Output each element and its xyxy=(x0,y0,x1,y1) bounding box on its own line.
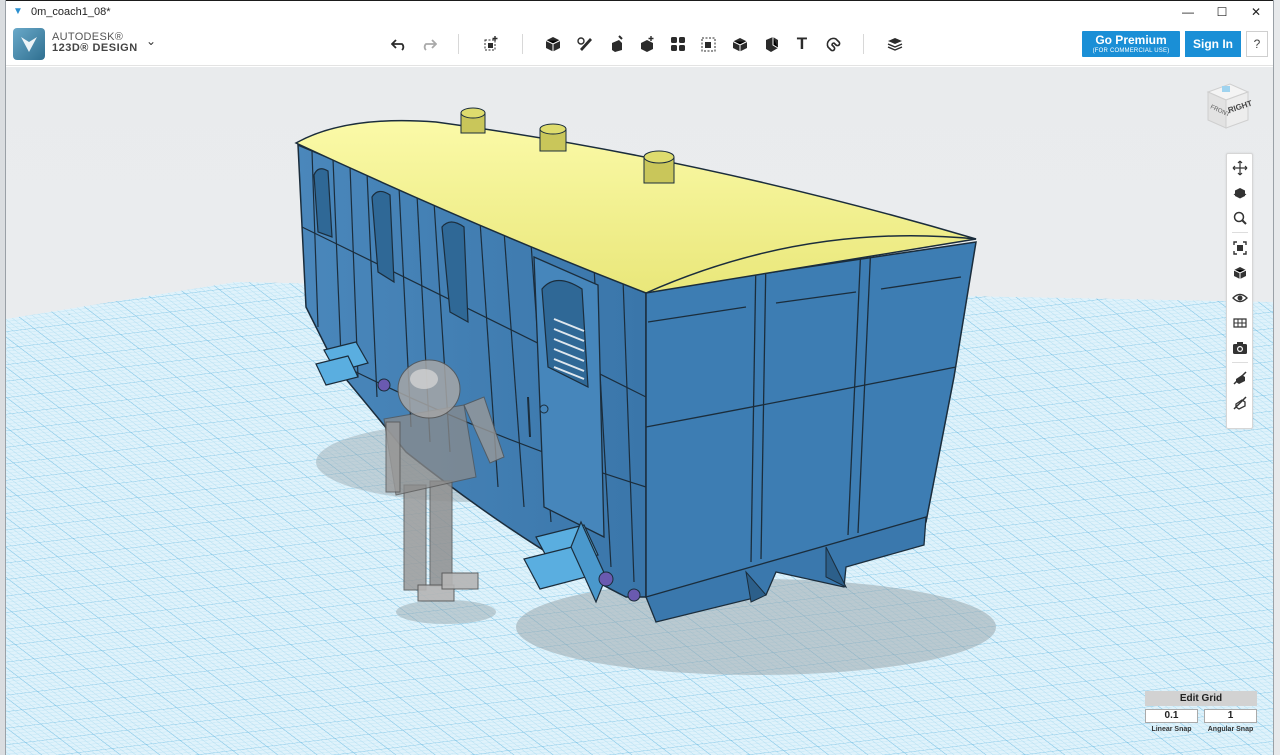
close-button[interactable]: ✕ xyxy=(1239,1,1273,22)
view-cube[interactable]: FRONT RIGHT xyxy=(1202,80,1253,132)
toolbar-divider xyxy=(522,34,523,54)
grouping-icon[interactable] xyxy=(697,32,721,56)
transform-icon[interactable] xyxy=(479,32,503,56)
maximize-button[interactable]: ☐ xyxy=(1205,1,1239,22)
redo-icon[interactable] xyxy=(417,32,441,56)
snapshot-icon[interactable] xyxy=(1229,337,1251,359)
sign-in-button[interactable]: Sign In xyxy=(1185,31,1241,57)
help-button[interactable]: ? xyxy=(1246,31,1268,57)
window-controls: — ☐ ✕ xyxy=(1171,1,1273,22)
material-view-icon[interactable] xyxy=(1229,312,1251,334)
text-icon[interactable]: T xyxy=(790,32,814,56)
snap-fields: 0.1 Linear Snap 1 Angular Snap xyxy=(1145,709,1257,733)
3d-viewport[interactable]: . FRONT RIGHT Edit Grid 0.1 Linear Snap … xyxy=(6,67,1273,755)
view-icon[interactable] xyxy=(1229,262,1251,284)
brand[interactable]: AUTODESK® 123D® DESIGN xyxy=(52,32,138,54)
linear-snap: 0.1 Linear Snap xyxy=(1145,709,1198,733)
navbar-divider xyxy=(1232,232,1248,233)
app-logo-icon[interactable] xyxy=(13,28,45,60)
angular-snap-label: Angular Snap xyxy=(1207,726,1254,733)
go-premium-sublabel: (FOR COMMERCIAL USE) xyxy=(1092,48,1170,54)
scene-canvas: . xyxy=(6,107,1273,755)
go-premium-button[interactable]: Go Premium (FOR COMMERCIAL USE) xyxy=(1082,31,1180,57)
minimize-button[interactable]: — xyxy=(1171,1,1205,22)
measure-icon[interactable] xyxy=(759,32,783,56)
hide-icon[interactable] xyxy=(1229,367,1251,389)
toolbar-divider xyxy=(863,34,864,54)
toolbar-divider xyxy=(458,34,459,54)
edit-grid-panel: Edit Grid 0.1 Linear Snap 1 Angular Snap xyxy=(1145,691,1257,741)
linear-snap-label: Linear Snap xyxy=(1151,726,1192,733)
pattern-icon[interactable] xyxy=(666,32,690,56)
zoom-icon[interactable] xyxy=(1229,207,1251,229)
sketch-icon[interactable] xyxy=(573,32,597,56)
fit-icon[interactable] xyxy=(1229,237,1251,259)
left-screen-edge xyxy=(0,0,6,755)
app-menu-chevron-down-icon[interactable]: ⌄ xyxy=(146,34,156,48)
pan-icon[interactable] xyxy=(1229,157,1251,179)
snap-icon[interactable] xyxy=(821,32,845,56)
right-screen-edge xyxy=(1273,0,1280,755)
linear-snap-input[interactable]: 0.1 xyxy=(1145,709,1198,723)
app-small-icon: ▼ xyxy=(13,5,23,17)
show-icon[interactable] xyxy=(1229,392,1251,414)
edit-grid-button[interactable]: Edit Grid xyxy=(1145,691,1257,706)
navbar-divider xyxy=(1232,362,1248,363)
material-icon[interactable] xyxy=(883,32,907,56)
navigation-bar xyxy=(1226,153,1253,429)
go-premium-label: Go Premium xyxy=(1095,33,1167,47)
undo-icon[interactable] xyxy=(387,32,411,56)
brand-product: 123D® DESIGN xyxy=(52,42,138,54)
orbit-icon[interactable] xyxy=(1229,182,1251,204)
angular-snap-input[interactable]: 1 xyxy=(1204,709,1257,723)
window-title: 0m_coach1_08* xyxy=(31,5,111,18)
modify-icon[interactable] xyxy=(635,32,659,56)
combine-icon[interactable] xyxy=(728,32,752,56)
visibility-icon[interactable] xyxy=(1229,287,1251,309)
figure-shadow xyxy=(396,600,496,624)
app-window: ▼ 0m_coach1_08* — ☐ ✕ AUTODESK® 123D® DE… xyxy=(6,0,1273,755)
construct-icon[interactable] xyxy=(604,32,628,56)
primitives-icon[interactable] xyxy=(541,32,565,56)
grid-mark: . xyxy=(68,308,70,317)
main-toolbar: AUTODESK® 123D® DESIGN ⌄ T Go Premium (F… xyxy=(6,22,1273,66)
angular-snap: 1 Angular Snap xyxy=(1204,709,1257,733)
title-bar: ▼ 0m_coach1_08* — ☐ ✕ xyxy=(6,0,1273,22)
